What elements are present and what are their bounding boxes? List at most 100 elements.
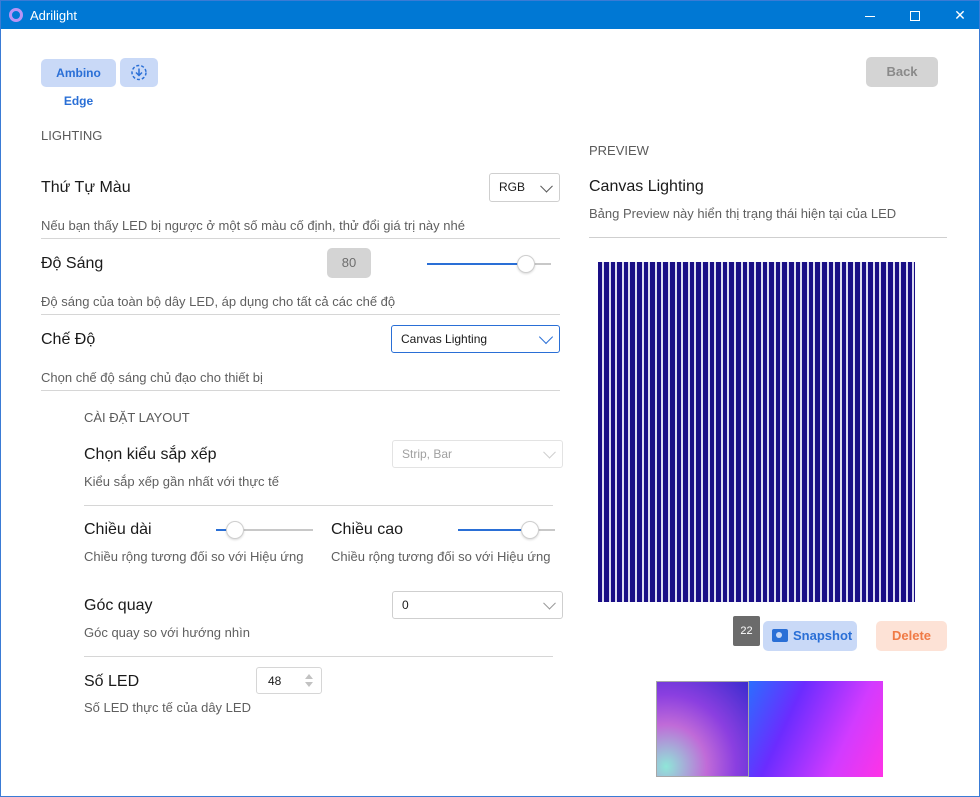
led-bar	[602, 262, 604, 602]
stepper-down-icon[interactable]	[305, 682, 313, 687]
chevron-down-icon	[543, 445, 556, 459]
color-order-desc: Nếu bạn thấy LED bị ngược ở một số màu c…	[41, 218, 465, 233]
delete-button[interactable]: Delete	[876, 621, 947, 651]
led-bar	[694, 262, 697, 602]
lighting-section-title: LIGHTING	[41, 128, 103, 143]
led-bar	[833, 262, 836, 602]
brightness-slider[interactable]	[427, 254, 551, 273]
led-bar	[866, 262, 869, 602]
led-bar	[839, 262, 842, 602]
divider	[84, 656, 553, 657]
maximize-icon	[910, 11, 920, 22]
led-count-value: 48	[268, 674, 282, 688]
led-bar	[734, 262, 737, 602]
rotation-value: 0	[402, 598, 409, 612]
title-bar: Adrilight ✕	[1, 1, 979, 29]
close-icon: ✕	[954, 7, 966, 23]
led-bar	[628, 262, 631, 602]
slider-fill	[427, 263, 527, 265]
led-bar	[885, 262, 888, 602]
led-count-desc: Số LED thực tế của dây LED	[84, 700, 251, 715]
chevron-down-icon	[538, 329, 554, 345]
led-bar	[826, 262, 829, 602]
app-window: Adrilight ✕ Ambino Edge Back LIGHTING Th…	[0, 0, 980, 797]
color-order-select[interactable]: RGB	[489, 173, 560, 202]
led-bar	[780, 262, 783, 602]
slider-thumb[interactable]	[226, 521, 245, 539]
led-bar	[753, 262, 756, 602]
download-icon	[131, 64, 147, 81]
length-slider[interactable]	[216, 520, 313, 539]
stepper-up-icon[interactable]	[305, 674, 313, 679]
led-bar	[813, 262, 816, 602]
mode-label: Chế Độ	[41, 331, 96, 348]
mode-desc: Chọn chế độ sáng chủ đạo cho thiết bị	[41, 370, 263, 385]
length-desc: Chiều rộng tương đối so với Hiệu ứng	[84, 549, 304, 564]
arrangement-select[interactable]: Strip, Bar	[392, 440, 563, 468]
canvas-source-preview[interactable]	[656, 681, 883, 777]
chevron-down-icon	[543, 596, 556, 610]
led-bar	[641, 262, 644, 602]
led-bar	[714, 262, 717, 602]
height-desc: Chiều rộng tương đối so với Hiệu ứng	[331, 549, 551, 564]
snapshot-button[interactable]: Snapshot	[763, 621, 857, 651]
divider	[41, 390, 560, 391]
preview-desc: Bảng Preview này hiển thị trạng thái hiệ…	[589, 206, 897, 221]
arrangement-value: Strip, Bar	[402, 447, 453, 461]
divider	[589, 237, 947, 238]
snapshot-label: Snapshot	[793, 628, 853, 643]
maximize-button[interactable]	[892, 1, 938, 29]
brightness-label: Độ Sáng	[41, 255, 104, 272]
minimize-button[interactable]	[847, 1, 893, 29]
led-bar	[846, 262, 849, 602]
app-logo-icon	[9, 8, 23, 22]
led-bar	[701, 262, 704, 602]
rotation-select[interactable]: 0	[392, 591, 563, 619]
frame-badge: 22	[733, 616, 760, 646]
led-bar	[879, 262, 882, 602]
led-bar	[727, 262, 730, 602]
led-bar	[760, 262, 763, 602]
led-bar	[872, 262, 875, 602]
led-bar	[648, 262, 651, 602]
device-chip[interactable]: Ambino Edge	[41, 59, 116, 108]
preview-title: Canvas Lighting	[589, 178, 704, 195]
led-bar	[905, 262, 908, 602]
led-bar	[786, 262, 789, 602]
brightness-value: 80	[327, 248, 371, 278]
download-button[interactable]	[120, 58, 158, 87]
rotation-desc: Góc quay so với hướng nhìn	[84, 625, 250, 640]
mode-select[interactable]: Canvas Lighting	[391, 325, 560, 353]
height-slider[interactable]	[458, 520, 555, 539]
minimize-icon	[865, 15, 875, 17]
led-bar	[747, 262, 750, 602]
arrangement-desc: Kiểu sắp xếp gần nhất với thực tế	[84, 474, 280, 489]
chevron-down-icon	[540, 179, 553, 193]
back-button[interactable]: Back	[866, 57, 938, 87]
led-bar	[767, 262, 770, 602]
color-order-value: RGB	[499, 180, 526, 194]
selection-region[interactable]	[656, 681, 749, 777]
close-button[interactable]: ✕	[937, 1, 980, 29]
led-count-stepper[interactable]: 48	[256, 667, 322, 694]
led-bar	[654, 262, 657, 602]
led-bar	[899, 262, 902, 602]
led-bar	[707, 262, 710, 602]
led-bar	[859, 262, 862, 602]
arrangement-label: Chọn kiểu sắp xếp	[84, 446, 217, 463]
divider	[84, 505, 553, 506]
led-bar	[661, 262, 664, 602]
led-preview-canvas[interactable]	[598, 262, 915, 602]
led-bar	[800, 262, 803, 602]
led-bar	[852, 262, 855, 602]
layout-section-title: CÀI ĐẶT LAYOUT	[84, 410, 190, 425]
slider-thumb[interactable]	[517, 255, 536, 273]
led-bar	[892, 262, 895, 602]
slider-thumb[interactable]	[520, 521, 539, 539]
led-bar	[687, 262, 690, 602]
led-bar	[668, 262, 671, 602]
divider	[41, 238, 560, 239]
slider-fill	[458, 529, 530, 531]
led-bar	[635, 262, 638, 602]
rotation-label: Góc quay	[84, 597, 153, 614]
